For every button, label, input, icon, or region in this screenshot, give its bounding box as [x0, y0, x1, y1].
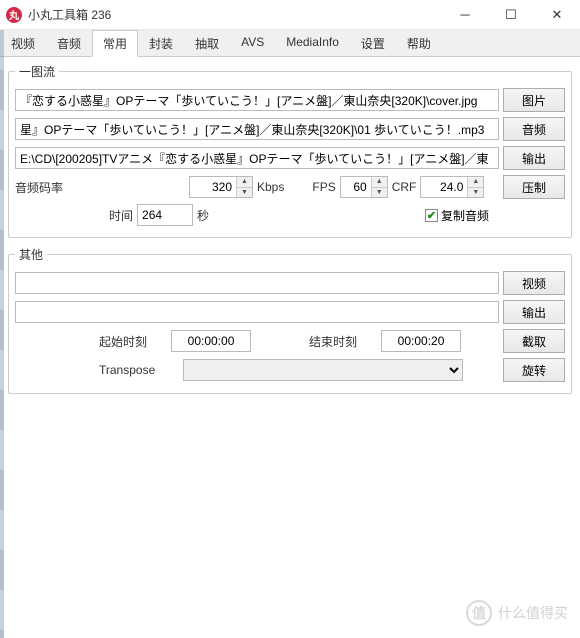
crf-stepper[interactable]: ▲▼ [420, 176, 484, 198]
check-icon: ✔ [425, 209, 438, 222]
start-time-label: 起始时刻 [99, 333, 147, 350]
bitrate-input[interactable] [190, 177, 236, 197]
copy-audio-checkbox[interactable]: ✔ 复制音频 [425, 207, 489, 224]
image-path-input[interactable] [15, 89, 499, 111]
tab-strip: 视频音频常用封装抽取AVSMediaInfo设置帮助 [0, 30, 580, 57]
fps-stepper[interactable]: ▲▼ [340, 176, 388, 198]
content-area: 一图流 图片 音频 输出 音频码率 ▲▼ Kbps FPS ▲▼ [0, 57, 580, 408]
watermark: 值 什么值得买 [466, 600, 568, 626]
bitrate-label: 音频码率 [15, 179, 85, 196]
output-button[interactable]: 输出 [503, 146, 565, 170]
fps-down-icon[interactable]: ▼ [372, 188, 387, 198]
compress-button[interactable]: 压制 [503, 175, 565, 199]
watermark-icon: 值 [466, 600, 492, 626]
section-image-flow: 一图流 图片 音频 输出 音频码率 ▲▼ Kbps FPS ▲▼ [8, 63, 572, 238]
section-image-flow-legend: 一图流 [15, 63, 59, 80]
tab-设置[interactable]: 设置 [350, 30, 396, 56]
end-time-input[interactable] [381, 330, 461, 352]
cut-button[interactable]: 截取 [503, 329, 565, 353]
crf-down-icon[interactable]: ▼ [468, 188, 483, 198]
start-time-input[interactable] [171, 330, 251, 352]
audio-path-input[interactable] [15, 118, 499, 140]
time-input[interactable] [137, 204, 193, 226]
fps-label: FPS [312, 180, 335, 194]
left-edge-decoration [0, 30, 4, 638]
bitrate-unit: Kbps [257, 180, 284, 194]
close-button[interactable]: ✕ [534, 0, 580, 30]
time-unit: 秒 [197, 207, 209, 224]
section-other-legend: 其他 [15, 246, 47, 263]
minimize-button[interactable]: ─ [442, 0, 488, 30]
other-video-button[interactable]: 视频 [503, 271, 565, 295]
crf-input[interactable] [421, 177, 467, 197]
tab-帮助[interactable]: 帮助 [396, 30, 442, 56]
time-label: 时间 [109, 207, 133, 224]
tab-视频[interactable]: 视频 [0, 30, 46, 56]
transpose-select[interactable] [183, 359, 463, 381]
tab-抽取[interactable]: 抽取 [184, 30, 230, 56]
watermark-text: 什么值得买 [498, 603, 568, 623]
end-time-label: 结束时刻 [309, 333, 357, 350]
output-path-input[interactable] [15, 147, 499, 169]
rotate-button[interactable]: 旋转 [503, 358, 565, 382]
tab-常用[interactable]: 常用 [92, 30, 138, 57]
tab-AVS[interactable]: AVS [230, 30, 275, 56]
other-video-input[interactable] [15, 272, 499, 294]
other-output-input[interactable] [15, 301, 499, 323]
image-button[interactable]: 图片 [503, 88, 565, 112]
tab-MediaInfo[interactable]: MediaInfo [275, 30, 350, 56]
maximize-button[interactable]: ☐ [488, 0, 534, 30]
fps-up-icon[interactable]: ▲ [372, 177, 387, 188]
fps-input[interactable] [341, 177, 371, 197]
titlebar: 丸 小丸工具箱 236 ─ ☐ ✕ [0, 0, 580, 30]
crf-label: CRF [392, 180, 417, 194]
other-output-button[interactable]: 输出 [503, 300, 565, 324]
audio-button[interactable]: 音频 [503, 117, 565, 141]
crf-up-icon[interactable]: ▲ [468, 177, 483, 188]
app-icon: 丸 [6, 7, 22, 23]
bitrate-stepper[interactable]: ▲▼ [189, 176, 253, 198]
section-other: 其他 视频 输出 起始时刻 结束时刻 截取 Transpose [8, 246, 572, 394]
bitrate-down-icon[interactable]: ▼ [237, 188, 252, 198]
copy-audio-label: 复制音频 [441, 207, 489, 224]
bitrate-up-icon[interactable]: ▲ [237, 177, 252, 188]
window-title: 小丸工具箱 236 [28, 6, 111, 23]
tab-音频[interactable]: 音频 [46, 30, 92, 56]
transpose-label: Transpose [99, 363, 155, 377]
tab-封装[interactable]: 封装 [138, 30, 184, 56]
